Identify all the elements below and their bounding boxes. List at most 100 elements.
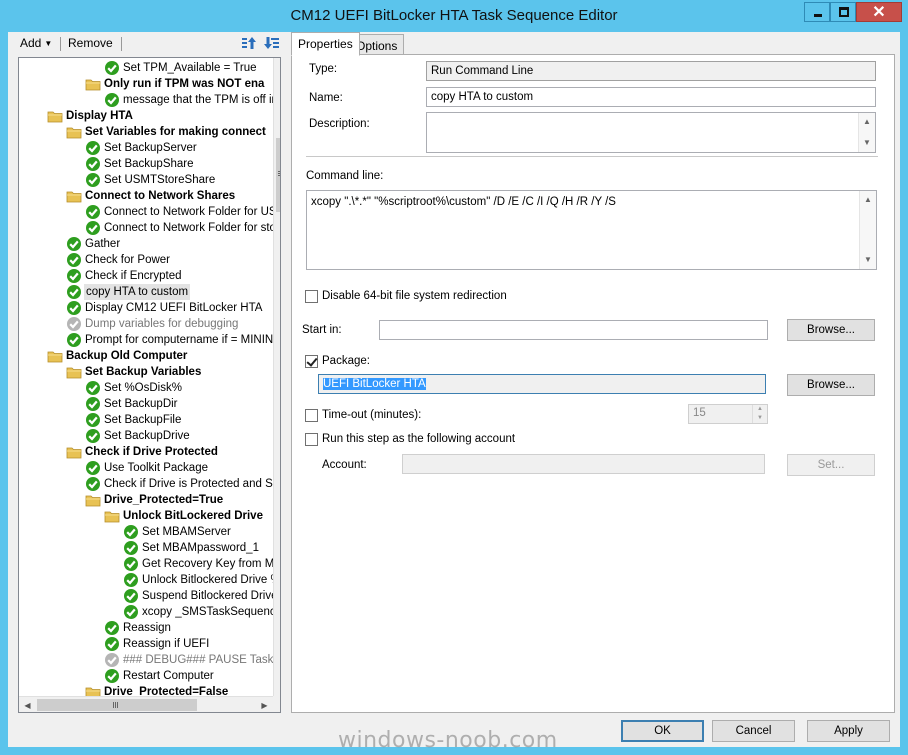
tree-item-label: Connect to Network Folder for USM [104,206,273,218]
account-label: Account: [322,459,367,471]
tree-item-label: xcopy _SMSTaskSequence [142,606,273,618]
package-browse-button[interactable]: Browse... [787,374,875,396]
step-ok-icon [104,60,120,76]
tree-item-label: Suspend Bitlockered Drive [142,590,273,602]
tree-item-label: Set USMTStoreShare [104,174,216,186]
tree-item-label: ### DEBUG### PAUSE Task [123,654,273,666]
scroll-thumb[interactable] [276,138,280,212]
tab-properties[interactable]: Properties [291,32,360,56]
timeout-label: Time-out (minutes): [322,409,422,421]
description-label: Description: [309,118,370,130]
step-ok-icon [66,268,82,284]
step-ok-icon [85,204,101,220]
scroll-left-icon[interactable]: ◀ [19,697,36,712]
step-ok-icon [85,476,101,492]
tree-item-label: Drive_Protected=False [104,686,229,696]
group-folder-icon [47,108,63,124]
scroll-down-icon[interactable]: ▼ [274,679,280,696]
step-ok-icon [123,540,139,556]
run-as-label: Run this step as the following account [322,433,516,445]
spin-down-icon: ▼ [752,414,767,423]
tree-item-label: Set MBAMpassword_1 [142,542,259,554]
step-ok-icon [85,172,101,188]
tree-toolbar: Add ▼ Remove [8,32,288,56]
maximize-button[interactable] [830,2,856,22]
disable-redirection-label: Disable 64-bit file system redirection [322,290,507,302]
step-ok-icon [85,140,101,156]
title-bar[interactable]: CM12 UEFI BitLocker HTA Task Sequence Ed… [0,0,908,32]
scroll-up-icon[interactable]: ▲ [860,192,876,208]
tree-horizontal-scrollbar[interactable]: ◀ ▶ [19,696,273,712]
tree-item-label: Set BackupShare [104,158,194,170]
type-label: Type: [309,63,338,75]
start-in-browse-button[interactable]: Browse... [787,319,875,341]
tree-item-label: Check if Encrypted [85,270,182,282]
scroll-up-icon[interactable]: ▲ [859,114,875,130]
tree-item-label: Check if Drive is Protected and Set [104,478,273,490]
timeout-spinner: 15 ▲ ▼ [688,404,768,424]
tree-item-label: Set TPM_Available = True [123,62,257,74]
step-ok-icon [85,412,101,428]
maximize-icon [839,7,849,17]
tree-vertical-scrollbar[interactable]: ▲ ▼ [273,58,280,696]
command-line-field[interactable]: xcopy ".\*.*" "%scriptroot%\custom" /D /… [306,190,877,270]
tree-item-label: Set BackupFile [104,414,182,426]
group-folder-icon [85,76,101,92]
remove-button[interactable]: Remove [68,36,113,50]
section-divider [306,156,878,157]
step-ok-icon [104,668,120,684]
tree-item-label: Restart Computer [123,670,214,682]
scroll-right-icon[interactable]: ▶ [256,697,273,712]
tree-item-label: Set %OsDisk% [104,382,182,394]
disable-redirection-checkbox[interactable] [305,290,318,303]
ok-button[interactable]: OK [621,720,704,742]
step-ok-icon [66,284,82,300]
timeout-checkbox[interactable] [305,409,318,422]
tree-item-label: Set BackupDrive [104,430,190,442]
step-ok-icon [85,460,101,476]
scroll-down-icon[interactable]: ▼ [859,135,875,151]
start-in-field[interactable] [379,320,768,340]
description-scrollbar[interactable]: ▲ ▼ [858,113,875,152]
scroll-thumb[interactable] [37,699,197,711]
tree-item-label: Connect to Network Folder for storin [104,222,273,234]
scroll-up-icon[interactable]: ▲ [274,58,280,75]
add-menu-button[interactable]: Add ▼ [20,36,52,50]
tree-item-label: Set Backup Variables [85,366,202,378]
tree-item-label: Check if Drive Protected [85,446,218,458]
step-ok-icon [85,380,101,396]
task-sequence-tree[interactable]: Set TPM_Available = True Only run if TPM … [18,57,281,713]
tree-item-label: Reassign if UEFI [123,638,210,650]
tree-item-label: Get Recovery Key from MB [142,558,273,570]
description-field[interactable]: ▲ ▼ [426,112,876,153]
tree-item-label: Set Variables for making connect [85,126,266,138]
scrollbar-corner [273,696,280,712]
tree-item-label: Drive_Protected=True [104,494,224,506]
package-checkbox[interactable] [305,355,318,368]
command-line-scrollbar[interactable]: ▲ ▼ [859,191,876,269]
watermark-text: windows-noob.com [338,728,558,753]
start-in-label: Start in: [302,324,342,336]
group-folder-icon [47,348,63,364]
apply-button[interactable]: Apply [807,720,890,742]
step-ok-icon [85,428,101,444]
tree-item-label: Check for Power [85,254,171,266]
step-ok-icon [123,572,139,588]
move-down-icon[interactable] [264,35,280,51]
name-label: Name: [309,92,343,104]
cancel-button[interactable]: Cancel [712,720,795,742]
toolbar-separator [121,37,122,51]
tree-item-label: Use Toolkit Package [104,462,208,474]
close-button[interactable]: ✕ [856,2,902,22]
step-ok-icon [85,156,101,172]
name-field[interactable]: copy HTA to custom [426,87,876,107]
minimize-button[interactable] [804,2,830,22]
tree-item-label: Prompt for computername if = MININT- [85,334,273,346]
move-up-icon[interactable] [241,35,257,51]
close-icon: ✕ [872,4,886,21]
scroll-down-icon[interactable]: ▼ [860,252,876,268]
tree-item-label: Dump variables for debugging [85,318,239,330]
disabled-step-icon [104,652,120,668]
run-as-checkbox[interactable] [305,433,318,446]
step-ok-icon [85,396,101,412]
